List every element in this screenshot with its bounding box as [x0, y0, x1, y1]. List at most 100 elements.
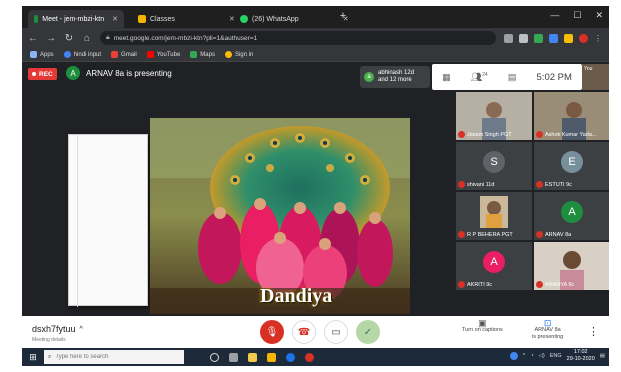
taskbar-clock[interactable]: 17:02 29-10-2020: [567, 349, 595, 363]
globe-icon: [63, 51, 71, 58]
joiner-name: abhinash 12d: [378, 70, 415, 76]
captions-button[interactable]: ▣ Turn on captions: [462, 319, 503, 334]
bookmark-apps[interactable]: Apps: [30, 51, 54, 58]
participant-tile[interactable]: A ARNAV 8a: [534, 192, 609, 240]
address-bar[interactable]: 🔒︎: [100, 31, 496, 45]
participant-avatar: A: [483, 251, 505, 274]
participant-count: 24: [482, 71, 488, 78]
mic-off-icon: [458, 131, 465, 138]
participant-label: Jasam Singh PGT: [458, 131, 512, 138]
recording-badge: REC: [28, 68, 57, 80]
participant-tile[interactable]: E ESTUTI 9c: [534, 142, 609, 190]
extension-icon[interactable]: [534, 33, 543, 43]
lock-icon: 🔒︎: [106, 34, 110, 41]
participant-label: Ashok Kumar Yada...: [536, 131, 596, 138]
participant-tile[interactable]: Ashok Kumar Yada...: [534, 92, 609, 140]
minimize-icon[interactable]: —: [550, 10, 559, 21]
cast-icon[interactable]: [504, 33, 513, 43]
close-icon[interactable]: ✕: [112, 15, 118, 23]
meet-favicon-icon: [34, 15, 39, 23]
bookmark-label: Apps: [40, 51, 54, 58]
mic-off-icon: [536, 181, 543, 188]
grid-layout-icon[interactable]: ▦: [442, 72, 451, 83]
extension-icon[interactable]: [549, 33, 558, 43]
participant-tile[interactable]: ANANYA 9c: [534, 242, 609, 290]
participant-tile[interactable]: R P BEHERA PGT: [456, 192, 532, 240]
edge-icon[interactable]: [286, 352, 295, 362]
mic-off-icon: [458, 281, 465, 288]
maximize-icon[interactable]: ☐: [573, 10, 581, 21]
camera-toggle-button[interactable]: ▭: [324, 320, 348, 344]
extension-action-button[interactable]: ✓: [356, 320, 380, 344]
bookmark-hindi-input[interactable]: hindi input: [63, 51, 102, 58]
bookmark-maps[interactable]: Maps: [190, 51, 215, 58]
task-view-icon[interactable]: [229, 352, 238, 362]
new-tab-button[interactable]: +: [336, 9, 350, 23]
mic-off-icon: [536, 281, 543, 288]
mic-off-icon: [536, 131, 543, 138]
home-icon[interactable]: ⌂: [82, 33, 92, 44]
sign-in-icon: [224, 51, 232, 58]
apps-icon: [30, 51, 37, 58]
bookmark-gmail[interactable]: Gmail: [111, 51, 137, 58]
people-button[interactable]: 👥︎24: [471, 72, 488, 83]
file-explorer-icon[interactable]: [267, 352, 276, 362]
whatsapp-favicon-icon: [240, 15, 248, 23]
participant-name: Ashok Kumar Yada...: [545, 131, 597, 138]
taskbar-date: 29-10-2020: [566, 356, 595, 362]
meet-stage: REC A ARNAV 8a is presenting a abhinash …: [22, 62, 609, 316]
chat-icon[interactable]: ▤: [508, 72, 517, 83]
close-window-icon[interactable]: ✕: [595, 10, 603, 21]
windows-start-icon[interactable]: ⊞: [22, 352, 44, 363]
meeting-details-button[interactable]: dsxh7fytuu ^: [32, 324, 83, 334]
participant-avatar: S: [483, 151, 505, 174]
taskbar-search[interactable]: ⌕: [44, 350, 184, 364]
star-icon[interactable]: [519, 33, 528, 43]
tray-app-icon[interactable]: [509, 352, 518, 360]
leave-call-button[interactable]: ☎︎: [292, 320, 316, 344]
tab-meet[interactable]: Meet - jem-mbzi-ktn ✕: [28, 10, 124, 28]
back-icon[interactable]: ←: [28, 33, 38, 44]
window-controls: — ☐ ✕: [550, 10, 603, 21]
maps-icon: [190, 51, 198, 58]
bookmark-youtube[interactable]: YouTube: [146, 51, 180, 58]
chevron-up-icon[interactable]: ^: [523, 353, 526, 359]
bookmark-label: hindi input: [73, 51, 102, 58]
bookmarks-bar: Apps hindi input Gmail YouTube Maps Sign…: [22, 48, 609, 62]
microphone-toggle-button[interactable]: 🎙︎: [260, 320, 284, 344]
gmail-icon: [111, 51, 119, 58]
network-icon[interactable]: ◔: [530, 353, 533, 359]
participant-tile[interactable]: A AKRITI 9c: [456, 242, 532, 290]
participant-name: shivani 11d: [467, 181, 495, 188]
check-icon: ✓: [363, 326, 373, 338]
notifications-icon[interactable]: ▤: [600, 353, 605, 359]
youtube-icon: [146, 51, 154, 58]
url-input[interactable]: [113, 34, 490, 42]
chrome-icon[interactable]: [305, 352, 314, 362]
tab-classes[interactable]: Classes ✕: [132, 10, 241, 28]
volume-icon[interactable]: ◁): [539, 353, 545, 359]
store-icon[interactable]: [248, 352, 257, 362]
presenting-button[interactable]: ⊡ ARNAV 8a is presenting: [532, 319, 563, 341]
hang-up-icon: ☎︎: [297, 326, 311, 338]
more-options-icon[interactable]: ⋮: [588, 325, 599, 338]
participant-tile[interactable]: Jasam Singh PGT: [456, 92, 532, 140]
forward-icon[interactable]: →: [46, 33, 56, 44]
bookmark-sign-in[interactable]: Sign in: [224, 51, 253, 58]
search-input[interactable]: [55, 354, 180, 360]
meet-top-bar: ▦ 👥︎24 ▤ 5:02 PM: [432, 64, 582, 90]
taskbar-time: 17:02: [573, 349, 588, 355]
menu-icon[interactable]: ⋮: [594, 34, 603, 43]
cortana-icon[interactable]: [210, 352, 219, 362]
lang-indicator[interactable]: ENG: [550, 353, 562, 359]
self-view-tile: You: [582, 64, 609, 90]
meeting-details-sub: Meeting details: [32, 337, 66, 343]
chevron-up-icon: ^: [79, 325, 83, 333]
join-notification[interactable]: a abhinash 12d and 12 more: [360, 66, 430, 88]
participant-label: ANANYA 9c: [536, 281, 574, 288]
extension-icon[interactable]: [564, 33, 573, 43]
profile-avatar[interactable]: [579, 33, 588, 43]
participant-tile[interactable]: S shivani 11d: [456, 142, 532, 190]
reload-icon[interactable]: ↻: [64, 33, 74, 44]
meet-clock: 5:02 PM: [536, 71, 572, 83]
